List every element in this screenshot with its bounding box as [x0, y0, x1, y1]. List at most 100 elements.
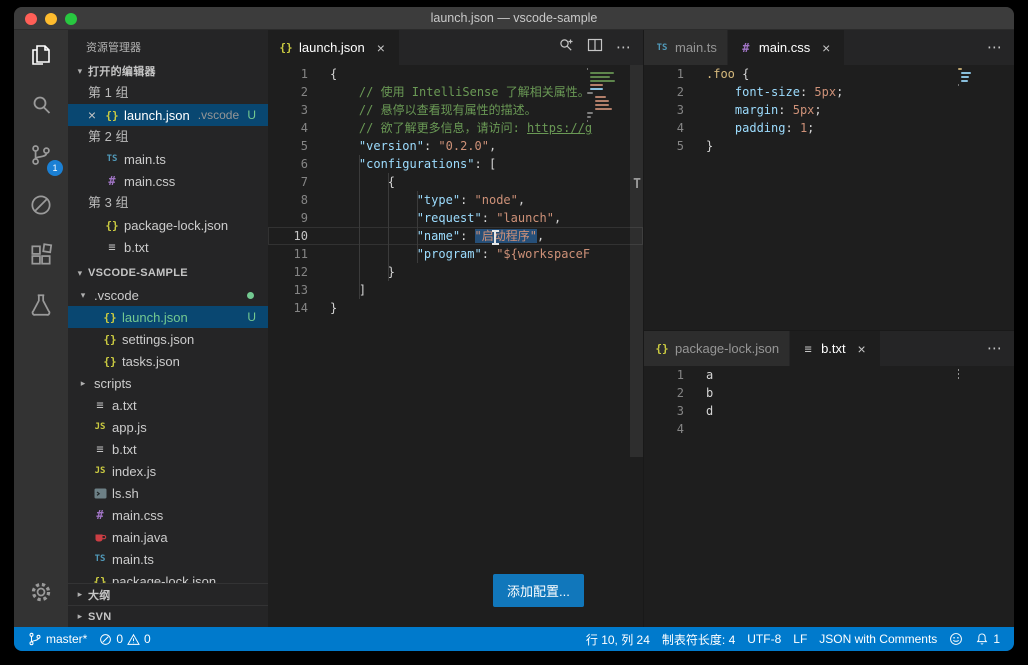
- folder-section-header[interactable]: ▾ VSCODE-SAMPLE: [68, 262, 268, 284]
- more-actions-icon[interactable]: ⋯: [987, 341, 1002, 356]
- line-number: 2: [644, 83, 684, 101]
- modified-dot-icon: [247, 292, 254, 299]
- tabbar-left: {}launch.json× ⋯: [268, 30, 643, 65]
- tree-item-settings.json[interactable]: {}settings.json: [68, 328, 268, 350]
- close-tab-icon[interactable]: ×: [373, 40, 389, 56]
- vertical-scrollbar[interactable]: [630, 65, 643, 457]
- code-line-2[interactable]: 2b: [644, 384, 1014, 402]
- extensions-icon[interactable]: [14, 230, 68, 280]
- tree-item-tasks.json[interactable]: {}tasks.json: [68, 350, 268, 372]
- close-window-button[interactable]: [25, 13, 37, 25]
- git-status-badge: U: [247, 108, 256, 122]
- close-editor-icon[interactable]: ×: [84, 107, 100, 123]
- tab-b.txt[interactable]: ≡b.txt×: [790, 331, 881, 366]
- open-editor-item-main.css[interactable]: # main.css: [68, 170, 268, 192]
- tree-item-label: a.txt: [112, 398, 137, 413]
- language-mode-status[interactable]: JSON with Comments: [813, 632, 943, 646]
- tree-item-a.txt[interactable]: ≡a.txt: [68, 394, 268, 416]
- tab-main.ts[interactable]: TSmain.ts: [644, 30, 728, 65]
- code-line-3[interactable]: 3d: [644, 402, 1014, 420]
- tree-item-b.txt[interactable]: ≡b.txt: [68, 438, 268, 460]
- more-actions-icon[interactable]: ⋯: [616, 40, 631, 55]
- code-line-5[interactable]: 5 "version": "0.2.0",: [268, 137, 643, 155]
- more-actions-icon[interactable]: ⋯: [987, 40, 1002, 55]
- encoding-status[interactable]: UTF-8: [741, 632, 787, 646]
- outline-section-header[interactable]: ▸ 大纲: [68, 583, 268, 605]
- settings-gear-icon[interactable]: [14, 567, 68, 617]
- open-editors-list: 第 1 组×{}launch.json.vscodeU第 2 组TSmain.t…: [68, 82, 268, 258]
- zoom-window-button[interactable]: [65, 13, 77, 25]
- code-line-4[interactable]: 4 padding: 1;: [644, 119, 1014, 137]
- line-number: 6: [268, 155, 308, 173]
- code-line-11[interactable]: 11 "program": "${workspaceF: [268, 245, 643, 263]
- search-icon[interactable]: [14, 80, 68, 130]
- open-editor-item-package-lock.json[interactable]: {}package-lock.json: [68, 214, 268, 236]
- editor-launch-json[interactable]: 1{2 // 使用 IntelliSense 了解相关属性。3 // 悬停以查看…: [268, 65, 643, 627]
- cursor-position-status[interactable]: 行 10, 列 24: [580, 631, 656, 648]
- tab-label: package-lock.json: [675, 341, 779, 356]
- tree-item-label: main.ts: [112, 552, 154, 567]
- test-beaker-icon[interactable]: [14, 280, 68, 330]
- explorer-icon[interactable]: [14, 30, 68, 80]
- sidebar-title: 资源管理器: [68, 30, 268, 60]
- code-line-9[interactable]: 9 "request": "launch",: [268, 209, 643, 227]
- tree-item-main.java[interactable]: main.java: [68, 526, 268, 548]
- svn-section-header[interactable]: ▸ SVN: [68, 605, 268, 627]
- eol-status[interactable]: LF: [787, 632, 813, 646]
- problems-status[interactable]: 0 0: [93, 627, 156, 651]
- minimap[interactable]: [958, 68, 1000, 88]
- close-tab-icon[interactable]: ×: [854, 341, 870, 357]
- code-line-5[interactable]: 5}: [644, 137, 1014, 155]
- open-editor-item-b.txt[interactable]: ≡b.txt: [68, 236, 268, 258]
- feedback-smiley-icon[interactable]: [943, 632, 969, 646]
- tree-item-ls.sh[interactable]: ls.sh: [68, 482, 268, 504]
- tree-item-.vscode[interactable]: ▾.vscode: [68, 284, 268, 306]
- code-line-6[interactable]: 6 "configurations": [: [268, 155, 643, 173]
- tree-item-main.css[interactable]: #main.css: [68, 504, 268, 526]
- open-editor-item-launch.json[interactable]: ×{}launch.json.vscodeU: [68, 104, 268, 126]
- minimap[interactable]: [587, 68, 629, 124]
- debug-icon[interactable]: [14, 180, 68, 230]
- close-tab-icon[interactable]: ×: [818, 40, 834, 56]
- add-configuration-button[interactable]: 添加配置...: [493, 574, 584, 607]
- tree-item-package-lock.json[interactable]: {}package-lock.json: [68, 570, 268, 583]
- tree-item-main.ts[interactable]: TSmain.ts: [68, 548, 268, 570]
- open-editor-item-main.ts[interactable]: TSmain.ts: [68, 148, 268, 170]
- tab-label: main.css: [759, 40, 810, 55]
- editor-group-left: {}launch.json× ⋯: [268, 30, 643, 627]
- tab-package-lock.json[interactable]: {}package-lock.json: [644, 331, 790, 366]
- css-file-icon: #: [104, 174, 120, 188]
- code-line-12[interactable]: 12 }: [268, 263, 643, 281]
- split-editor-icon[interactable]: [587, 37, 603, 58]
- indentation-status[interactable]: 制表符长度: 4: [656, 631, 741, 648]
- editor-b-txt[interactable]: 1a2b3d4: [644, 366, 1014, 627]
- minimize-window-button[interactable]: [45, 13, 57, 25]
- json-file-icon: {}: [278, 41, 294, 54]
- code-line-10[interactable]: 10 "name": "启动程序",: [268, 227, 643, 245]
- tree-item-launch.json[interactable]: {}launch.jsonU: [68, 306, 268, 328]
- tab-main.css[interactable]: #main.css×: [728, 30, 845, 65]
- tab-launch.json[interactable]: {}launch.json×: [268, 30, 400, 65]
- titlebar[interactable]: launch.json — vscode-sample: [14, 7, 1014, 30]
- open-changes-icon[interactable]: [558, 37, 574, 58]
- code-line-13[interactable]: 13 ]: [268, 281, 643, 299]
- tree-item-index.js[interactable]: JSindex.js: [68, 460, 268, 482]
- open-editors-section-header[interactable]: ▾ 打开的编辑器: [68, 60, 268, 82]
- code-line-14[interactable]: 14}: [268, 299, 643, 317]
- tree-item-app.js[interactable]: JSapp.js: [68, 416, 268, 438]
- source-control-icon[interactable]: 1: [14, 130, 68, 180]
- editor-main-css[interactable]: 1.foo {2 font-size: 5px;3 margin: 5px;4 …: [644, 65, 1014, 330]
- minimap[interactable]: [958, 369, 1000, 385]
- git-branch-status[interactable]: master*: [22, 627, 93, 651]
- json-file-icon: {}: [104, 219, 120, 232]
- open-editor-label: main.css: [124, 174, 175, 189]
- code-line-3[interactable]: 3 margin: 5px;: [644, 101, 1014, 119]
- txt-file-icon: ≡: [104, 240, 120, 254]
- line-content: }: [308, 263, 395, 281]
- code-line-7[interactable]: 7 {: [268, 173, 643, 191]
- line-content: {: [308, 65, 337, 83]
- notifications-bell[interactable]: 1: [969, 632, 1006, 646]
- code-line-4[interactable]: 4: [644, 420, 1014, 438]
- tree-item-scripts[interactable]: ▸scripts: [68, 372, 268, 394]
- code-line-8[interactable]: 8 "type": "node",: [268, 191, 643, 209]
